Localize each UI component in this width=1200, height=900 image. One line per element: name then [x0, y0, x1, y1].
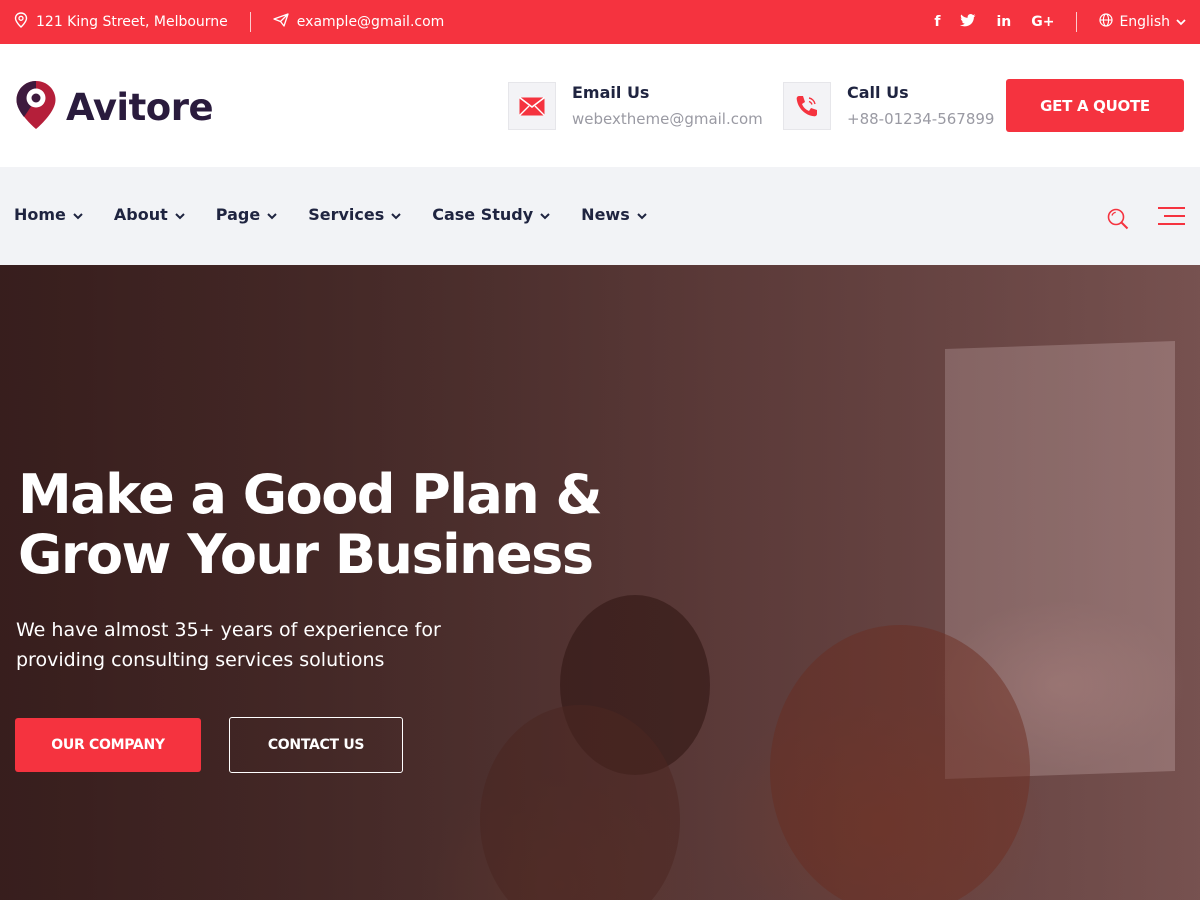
phone-contact: Call Us +88-01234-567899: [783, 82, 994, 130]
email-value[interactable]: webextheme@gmail.com: [572, 110, 763, 128]
phone-title: Call Us: [847, 83, 909, 102]
search-icon[interactable]: [1106, 207, 1130, 235]
hero-title-line: Grow Your Business: [18, 523, 594, 586]
envelope-icon: [508, 82, 556, 130]
chevron-down-icon: [540, 205, 550, 224]
social-links: f in G+: [934, 13, 1054, 31]
nav-item-services[interactable]: Services: [308, 205, 401, 224]
nav-item-label: News: [581, 205, 630, 224]
email-text[interactable]: example@gmail.com: [297, 14, 445, 30]
address-item: 121 King Street, Melbourne: [14, 12, 228, 32]
site-header: Avitore Email Us webextheme@gmail.com Ca…: [0, 44, 1200, 167]
chevron-down-icon: [391, 205, 401, 224]
language-label: English: [1119, 14, 1170, 30]
hero-subtitle-line: providing consulting services solutions: [16, 649, 385, 671]
divider: [249, 12, 251, 32]
phone-value[interactable]: +88-01234-567899: [847, 110, 994, 128]
nav-item-home[interactable]: Home: [14, 205, 83, 224]
divider: [1076, 12, 1078, 32]
chevron-down-icon: [637, 205, 647, 224]
nav-item-case-study[interactable]: Case Study: [432, 205, 550, 224]
top-bar: 121 King Street, Melbourne example@gmail…: [0, 0, 1200, 44]
nav-item-label: Home: [14, 205, 66, 224]
nav-item-label: Page: [215, 205, 261, 224]
linkedin-icon[interactable]: in: [996, 14, 1011, 30]
hamburger-menu-icon[interactable]: [1158, 206, 1185, 230]
google-plus-icon[interactable]: G+: [1031, 14, 1054, 30]
hero-title: Make a Good Plan & Grow Your Business: [18, 465, 718, 585]
nav-item-news[interactable]: News: [581, 205, 647, 224]
facebook-icon[interactable]: f: [934, 14, 940, 30]
logo-text: Avitore: [66, 85, 214, 129]
top-bar-right: f in G+ English: [934, 12, 1186, 32]
chevron-down-icon: [175, 205, 185, 224]
chevron-down-icon: [267, 205, 277, 224]
email-contact: Email Us webextheme@gmail.com: [508, 82, 763, 130]
nav-item-label: About: [113, 205, 168, 224]
hero-subtitle-line: We have almost 35+ years of experience f…: [16, 619, 441, 641]
chevron-down-icon: [1176, 14, 1186, 30]
nav-item-label: Services: [308, 205, 385, 224]
logo[interactable]: Avitore: [14, 79, 214, 135]
main-navigation: Home About Page Services Case Study News: [0, 167, 1200, 265]
phone-icon: [783, 82, 831, 130]
globe-icon: [1099, 13, 1114, 31]
nav-item-about[interactable]: About: [114, 205, 185, 224]
email-item[interactable]: example@gmail.com: [273, 13, 445, 31]
nav-menu: Home About Page Services Case Study News: [14, 205, 678, 224]
our-company-button[interactable]: OUR COMPANY: [15, 718, 201, 772]
hero-subtitle: We have almost 35+ years of experience f…: [16, 615, 536, 675]
contact-us-button[interactable]: CONTACT US: [229, 717, 403, 773]
language-selector[interactable]: English: [1099, 13, 1186, 31]
email-title: Email Us: [572, 83, 650, 102]
chevron-down-icon: [73, 205, 83, 224]
get-a-quote-button[interactable]: GET A QUOTE: [1006, 79, 1184, 132]
hero-title-line: Make a Good Plan &: [18, 463, 603, 526]
nav-item-page[interactable]: Page: [216, 205, 277, 224]
nav-item-label: Case Study: [432, 205, 534, 224]
logo-mark-icon: [14, 79, 58, 135]
hero-section: Make a Good Plan & Grow Your Business We…: [0, 265, 1200, 900]
paper-plane-icon: [273, 13, 289, 31]
address-text: 121 King Street, Melbourne: [36, 14, 228, 30]
twitter-icon[interactable]: [960, 13, 976, 31]
map-pin-icon: [14, 12, 28, 32]
